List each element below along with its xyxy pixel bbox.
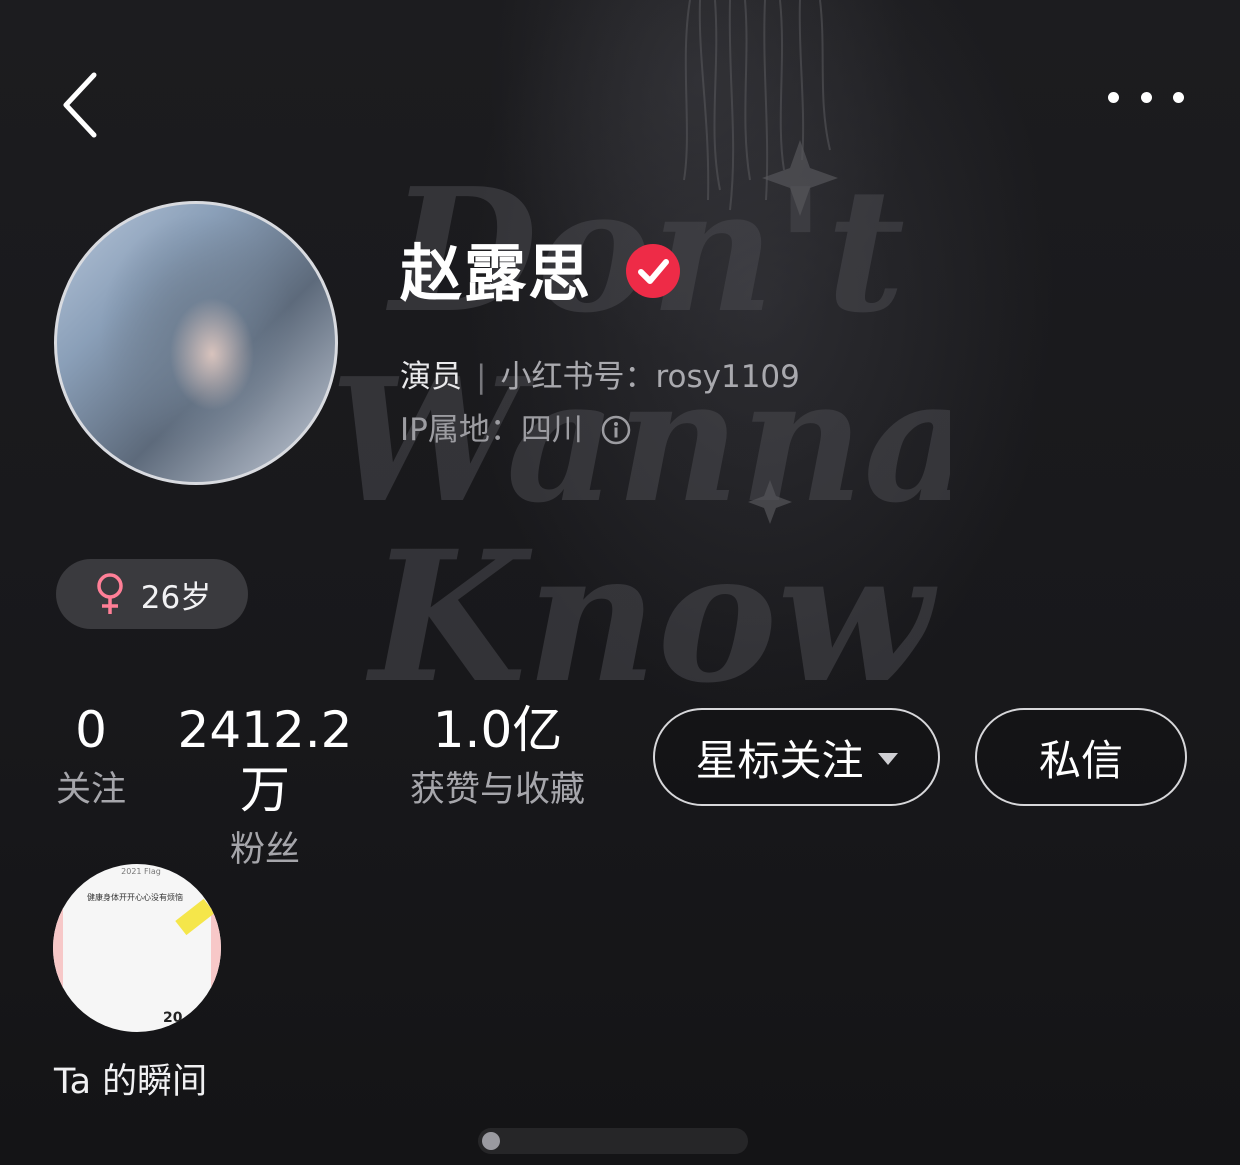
moment-thumb-header: 2021 Flag <box>121 867 161 876</box>
profile-meta-line: 演员 | 小红书号：rosy1109 <box>400 355 800 399</box>
back-button[interactable] <box>58 70 108 140</box>
watermark <box>478 1128 748 1154</box>
female-icon <box>97 573 123 614</box>
caret-down-icon <box>877 753 898 765</box>
more-dots-icon <box>1108 91 1119 103</box>
stat-fans-count: 2412.2万 <box>177 701 353 819</box>
redbook-id-label: 小红书号： <box>500 359 656 395</box>
moment-thumb-text: 健康身体开开心心没有烦恼 <box>87 893 183 902</box>
star-follow-label: 星标关注 <box>695 735 864 785</box>
stat-likes-count: 1.0亿 <box>432 701 563 759</box>
stat-likes-label: 获赞与收藏 <box>409 770 585 810</box>
stat-following-label: 关注 <box>55 770 126 810</box>
ip-location-value: 四川 <box>520 412 583 448</box>
ip-location-label: IP属地： <box>400 412 521 448</box>
verified-check-icon <box>626 244 680 298</box>
moment-thumb-year: 20 <box>163 1010 183 1026</box>
stat-following[interactable]: 0 关注 <box>46 700 136 812</box>
ip-location-line: IP属地： 四川 <box>400 408 631 452</box>
chevron-left-icon <box>63 72 97 138</box>
redbook-id-value: rosy1109 <box>655 359 800 395</box>
age-label: 26岁 <box>140 579 212 616</box>
message-label: 私信 <box>1038 735 1123 785</box>
moments-label[interactable]: Ta 的瞬间 <box>54 1060 207 1104</box>
background-hair-art <box>683 0 831 211</box>
more-button[interactable] <box>1108 82 1184 112</box>
stat-fans[interactable]: 2412.2万 粉丝 <box>160 700 370 872</box>
profile-role: 演员 <box>400 359 462 395</box>
avatar[interactable] <box>54 201 338 485</box>
gender-age-tag: 26岁 <box>56 559 248 629</box>
star-follow-button[interactable]: 星标关注 <box>653 708 940 806</box>
stat-likes[interactable]: 1.0亿 获赞与收藏 <box>395 700 600 812</box>
moment-thumbnail[interactable]: 2021 Flag 健康身体开开心心没有烦恼 20 <box>53 864 221 1032</box>
profile-name: 赵露思 <box>400 237 593 310</box>
info-icon[interactable] <box>601 415 631 445</box>
meta-divider: | <box>476 359 487 395</box>
stat-following-count: 0 <box>75 701 107 759</box>
tape-decoration <box>175 898 215 936</box>
message-button[interactable]: 私信 <box>975 708 1187 806</box>
